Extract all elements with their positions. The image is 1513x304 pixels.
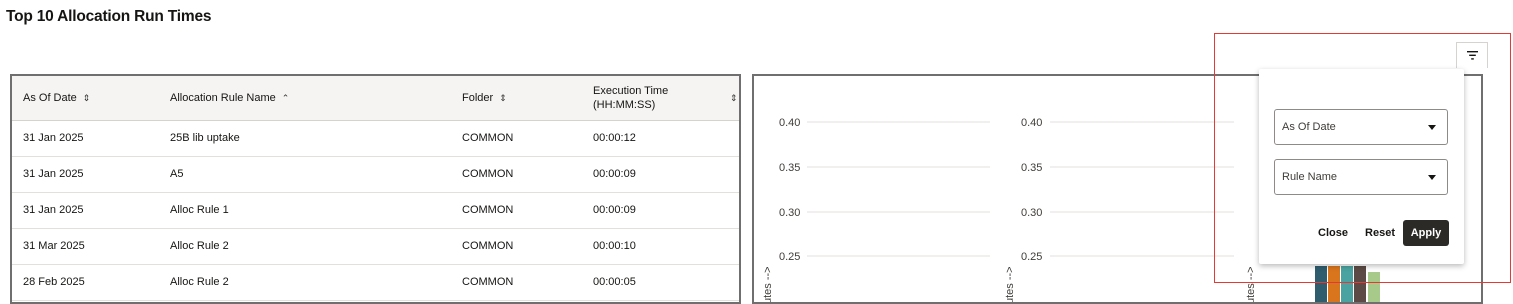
chart-bar[interactable] [1368, 272, 1380, 304]
close-button[interactable]: Close [1317, 220, 1349, 246]
table-row[interactable]: 31 Jan 2025 Alloc Rule 1 COMMON 00:00:09 [12, 193, 739, 229]
as-of-date-select[interactable]: As Of Date [1274, 109, 1448, 145]
cell-as-of-date: 31 Jan 2025 [23, 168, 84, 180]
table-row[interactable]: 28 Feb 2025 Alloc Rule 2 COMMON 00:00:05 [12, 265, 739, 301]
filter-icon [1466, 51, 1478, 60]
sort-icon[interactable]: ⇕ [83, 93, 91, 103]
apply-button[interactable]: Apply [1403, 220, 1449, 246]
cell-as-of-date: 31 Mar 2025 [23, 240, 85, 252]
caret-down-icon [1428, 125, 1436, 130]
table-header: As Of Date ⇕ Allocation Rule Name ⌃ Fold… [12, 76, 739, 121]
chart-bar[interactable] [1315, 266, 1327, 304]
cell-rule-name: Alloc Rule 2 [170, 276, 229, 288]
sort-ascending-icon[interactable]: ⌃ [282, 93, 290, 103]
column-header-allocation-rule-name[interactable]: Allocation Rule Name ⌃ [170, 76, 289, 120]
cell-folder: COMMON [462, 204, 514, 216]
chart-plot-3: utes --> [1245, 266, 1380, 304]
column-label: Folder [462, 92, 494, 104]
column-label-unit: (HH:MM:SS) [593, 99, 656, 111]
table-row[interactable]: 31 Mar 2025 Alloc Rule 2 COMMON 00:00:10 [12, 229, 739, 265]
y-tick-label: 0.35 [1021, 162, 1042, 174]
y-axis-label: utes --> [1004, 266, 1016, 304]
sort-icon[interactable]: ⇕ [499, 93, 507, 103]
column-header-folder[interactable]: Folder ⇕ [462, 76, 507, 120]
chart-plot-1: 0.40 0.35 0.30 0.25 utes --> [762, 117, 990, 304]
cell-execution-time: 00:00:10 [593, 240, 636, 252]
caret-down-icon [1428, 175, 1436, 180]
select-value: Rule Name [1282, 171, 1338, 183]
sort-icon[interactable]: ⇕ [730, 93, 738, 103]
select-value: As Of Date [1282, 121, 1336, 133]
y-tick-label: 0.30 [779, 207, 800, 219]
chart-bar[interactable] [1341, 266, 1353, 304]
chart-bar[interactable] [1354, 266, 1366, 304]
reset-button[interactable]: Reset [1364, 220, 1396, 246]
y-tick-label: 0.40 [1021, 117, 1042, 129]
table-row[interactable]: 31 Jan 2025 A5 COMMON 00:00:09 [12, 157, 739, 193]
filter-popup: As Of Date Rule Name Close Reset Apply [1259, 69, 1464, 264]
y-axis-label: utes --> [762, 266, 774, 304]
column-label: Allocation Rule Name [170, 92, 276, 104]
cell-rule-name: Alloc Rule 2 [170, 240, 229, 252]
cell-folder: COMMON [462, 276, 514, 288]
table-row[interactable]: 31 Jan 2025 25B lib uptake COMMON 00:00:… [12, 121, 739, 157]
page-title: Top 10 Allocation Run Times [6, 8, 212, 25]
chart-bar[interactable] [1328, 266, 1340, 304]
filter-button[interactable] [1456, 42, 1488, 68]
cell-rule-name: 25B lib uptake [170, 132, 240, 144]
cell-folder: COMMON [462, 168, 514, 180]
cell-execution-time: 00:00:09 [593, 168, 636, 180]
cell-folder: COMMON [462, 132, 514, 144]
y-tick-label: 0.40 [779, 117, 800, 129]
run-times-table: As Of Date ⇕ Allocation Rule Name ⌃ Fold… [12, 76, 739, 301]
cell-execution-time: 00:00:12 [593, 132, 636, 144]
cell-as-of-date: 31 Jan 2025 [23, 132, 84, 144]
y-tick-label: 0.25 [779, 251, 800, 263]
y-tick-label: 0.30 [1021, 207, 1042, 219]
y-tick-label: 0.25 [1021, 251, 1042, 263]
rule-name-select[interactable]: Rule Name [1274, 159, 1448, 195]
column-header-as-of-date[interactable]: As Of Date ⇕ [23, 76, 90, 120]
cell-execution-time: 00:00:09 [593, 204, 636, 216]
column-header-execution-time[interactable]: Execution Time (HH:MM:SS) ⇕ [593, 76, 738, 120]
column-label: As Of Date [23, 92, 77, 104]
y-axis-label: utes --> [1245, 266, 1257, 304]
cell-rule-name: A5 [170, 168, 184, 180]
column-label-stack: Execution Time (HH:MM:SS) [593, 84, 668, 112]
cell-folder: COMMON [462, 240, 514, 252]
cell-as-of-date: 31 Jan 2025 [23, 204, 84, 216]
cell-as-of-date: 28 Feb 2025 [23, 276, 85, 288]
cell-rule-name: Alloc Rule 1 [170, 204, 229, 216]
y-tick-label: 0.35 [779, 162, 800, 174]
chart-plot-2: 0.40 0.35 0.30 0.25 utes --> [1004, 117, 1234, 304]
cell-execution-time: 00:00:05 [593, 276, 636, 288]
column-label: Execution Time [593, 85, 669, 97]
run-times-table-panel: As Of Date ⇕ Allocation Rule Name ⌃ Fold… [10, 74, 741, 304]
